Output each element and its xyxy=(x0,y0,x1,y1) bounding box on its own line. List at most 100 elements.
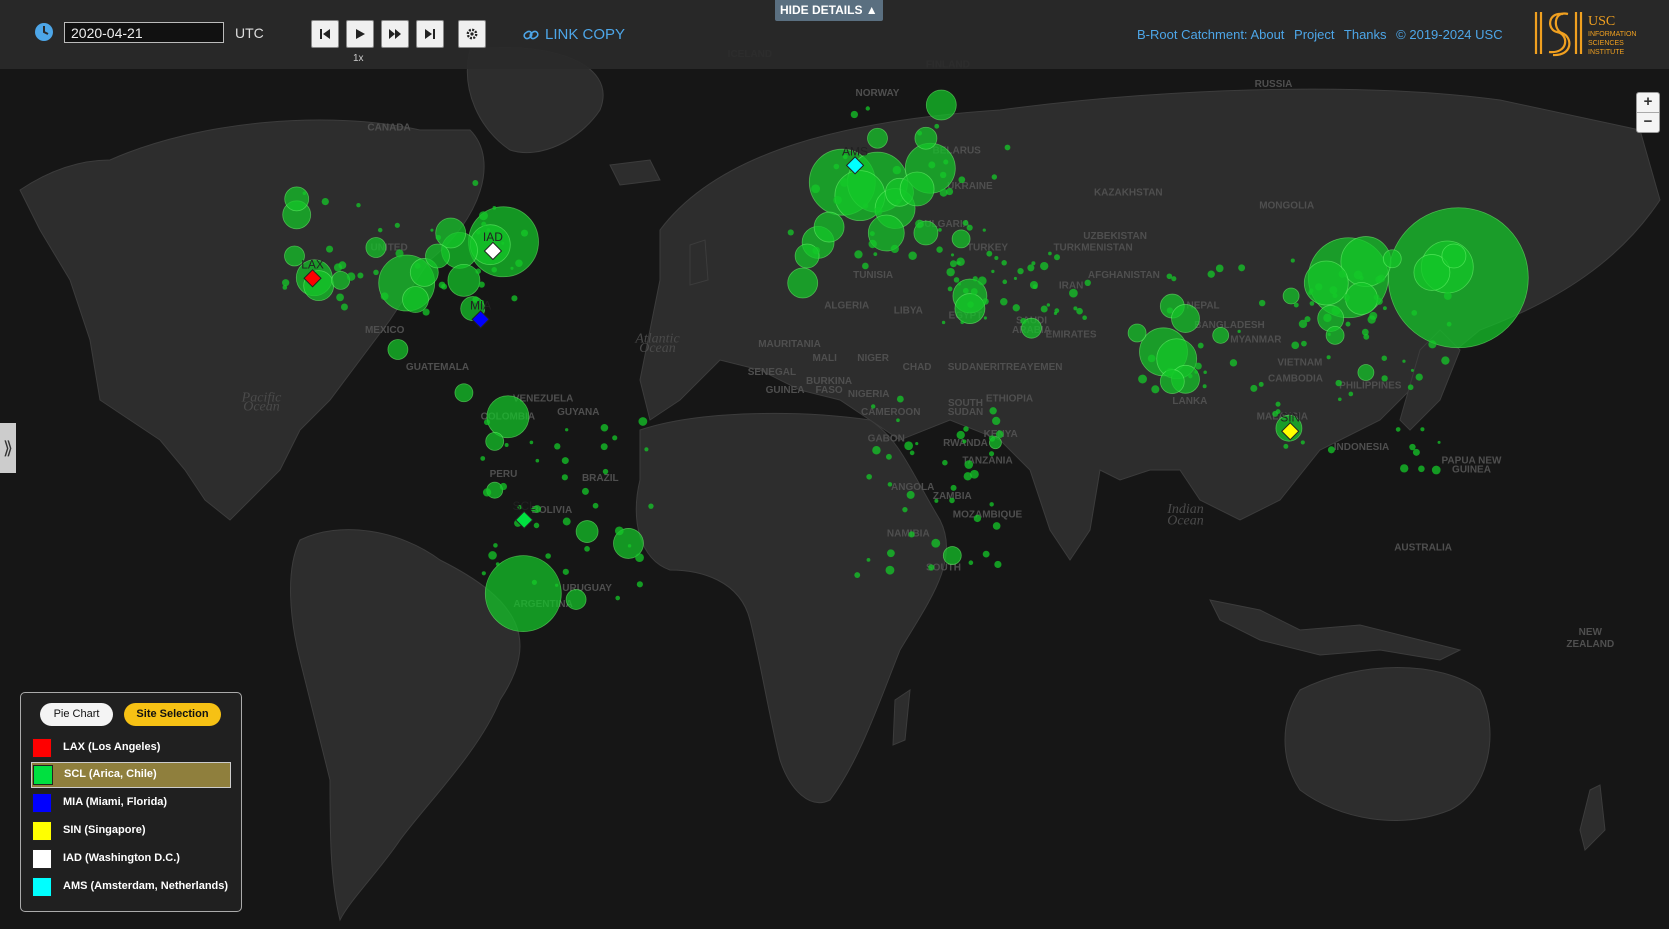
catchment-dot[interactable] xyxy=(1238,264,1246,272)
catchment-dot[interactable] xyxy=(873,252,878,257)
catchment-dot[interactable] xyxy=(962,439,967,444)
catchment-dot[interactable] xyxy=(394,222,400,228)
catchment-dot[interactable] xyxy=(346,272,356,281)
catchment-dot[interactable] xyxy=(441,283,448,290)
catchment-dot[interactable] xyxy=(321,198,329,206)
catchment-dot[interactable] xyxy=(895,198,901,205)
catchment-circle[interactable] xyxy=(447,264,481,297)
catchment-dot[interactable] xyxy=(908,531,915,538)
map-canvas[interactable]: ICELANDCANADAUNITEDRUSSIAKAZAKHSTANMONGO… xyxy=(0,0,1669,929)
catchment-circle[interactable] xyxy=(954,293,986,324)
catchment-circle[interactable] xyxy=(1357,364,1375,381)
catchment-circle[interactable] xyxy=(1282,287,1300,305)
catchment-circle[interactable] xyxy=(787,267,819,299)
catchment-dot[interactable] xyxy=(1428,340,1437,349)
catchment-dot[interactable] xyxy=(1229,359,1238,367)
catchment-dot[interactable] xyxy=(520,229,529,237)
date-input[interactable] xyxy=(64,22,224,43)
catchment-dot[interactable] xyxy=(1291,341,1300,350)
catchment-dot[interactable] xyxy=(1309,301,1315,306)
catchment-dot[interactable] xyxy=(562,517,571,526)
catchment-dot[interactable] xyxy=(515,259,523,268)
catchment-dot[interactable] xyxy=(380,292,389,301)
catchment-dot[interactable] xyxy=(493,543,498,548)
legend-item-lax[interactable]: LAX (Los Angeles) xyxy=(31,736,229,760)
catchment-dot[interactable] xyxy=(1402,359,1406,363)
catchment-dot[interactable] xyxy=(960,320,965,325)
catchment-dot[interactable] xyxy=(947,286,953,292)
catchment-dot[interactable] xyxy=(1202,384,1207,389)
catchment-dot[interactable] xyxy=(839,178,849,187)
world-map[interactable]: ICELANDCANADAUNITEDRUSSIAKAZAKHSTANMONGO… xyxy=(0,0,1669,929)
catchment-dot[interactable] xyxy=(481,221,487,227)
catchment-dot[interactable] xyxy=(994,256,999,261)
catchment-dot[interactable] xyxy=(1343,294,1350,301)
catchment-dot[interactable] xyxy=(1420,427,1425,432)
legend-item-iad[interactable]: IAD (Washington D.C.) xyxy=(31,847,229,871)
catchment-dot[interactable] xyxy=(1138,374,1147,384)
catchment-dot[interactable] xyxy=(1147,354,1156,363)
catchment-circle[interactable] xyxy=(402,286,429,313)
catchment-dot[interactable] xyxy=(982,298,989,305)
catchment-dot[interactable] xyxy=(414,262,421,269)
zoom-in-button[interactable]: + xyxy=(1637,93,1659,112)
catchment-circle[interactable] xyxy=(914,126,938,150)
catchment-dot[interactable] xyxy=(787,229,794,236)
catchment-dot[interactable] xyxy=(915,219,924,229)
catchment-dot[interactable] xyxy=(812,246,821,255)
catchment-dot[interactable] xyxy=(1258,381,1264,387)
catchment-dot[interactable] xyxy=(904,441,914,451)
catchment-dot[interactable] xyxy=(495,562,500,566)
zoom-out-button[interactable]: − xyxy=(1637,112,1659,132)
catchment-dot[interactable] xyxy=(510,266,514,270)
catchment-dot[interactable] xyxy=(989,407,997,415)
catchment-dot[interactable] xyxy=(478,281,485,288)
catchment-dot[interactable] xyxy=(1165,367,1175,377)
catchment-dot[interactable] xyxy=(942,459,948,466)
catchment-dot[interactable] xyxy=(915,441,919,446)
catchment-dot[interactable] xyxy=(481,571,486,576)
skip-to-end-button[interactable] xyxy=(416,20,444,48)
catchment-dot[interactable] xyxy=(1215,264,1224,273)
catchment-circle[interactable] xyxy=(813,211,845,243)
catchment-dot[interactable] xyxy=(1381,375,1388,382)
catchment-dot[interactable] xyxy=(1054,308,1060,314)
catchment-dot[interactable] xyxy=(866,557,871,562)
catchment-dot[interactable] xyxy=(917,130,923,136)
project-link[interactable]: Project xyxy=(1294,27,1334,42)
catchment-dot[interactable] xyxy=(885,565,895,575)
skip-to-start-button[interactable] xyxy=(311,20,339,48)
catchment-dot[interactable] xyxy=(1207,270,1215,278)
catchment-dot[interactable] xyxy=(615,595,621,601)
catchment-dot[interactable] xyxy=(1443,291,1452,300)
legend-item-scl[interactable]: SCL (Arica, Chile) xyxy=(31,762,231,788)
catchment-dot[interactable] xyxy=(1338,270,1347,278)
catchment-dot[interactable] xyxy=(511,295,518,302)
catchment-dot[interactable] xyxy=(989,502,994,507)
catchment-dot[interactable] xyxy=(956,430,965,440)
catchment-dot[interactable] xyxy=(873,206,883,216)
catchment-circle[interactable] xyxy=(1303,260,1349,306)
catchment-dot[interactable] xyxy=(1027,264,1035,272)
catchment-dot[interactable] xyxy=(614,526,624,536)
catchment-dot[interactable] xyxy=(946,267,955,277)
catchment-dot[interactable] xyxy=(963,472,972,481)
catchment-circle[interactable] xyxy=(425,243,450,269)
catchment-dot[interactable] xyxy=(1151,385,1160,394)
catchment-dot[interactable] xyxy=(833,195,842,205)
catchment-dot[interactable] xyxy=(949,497,955,504)
catchment-dot[interactable] xyxy=(529,440,534,445)
catchment-dot[interactable] xyxy=(1040,305,1048,313)
catchment-dot[interactable] xyxy=(1308,288,1314,294)
catchment-dot[interactable] xyxy=(949,260,957,268)
catchment-dot[interactable] xyxy=(945,187,954,196)
catchment-circle[interactable] xyxy=(575,520,599,543)
catchment-dot[interactable] xyxy=(1197,342,1204,349)
catchment-dot[interactable] xyxy=(1335,379,1342,387)
catchment-dot[interactable] xyxy=(868,239,877,249)
catchment-circle[interactable] xyxy=(387,339,409,360)
catchment-dot[interactable] xyxy=(850,110,859,119)
catchment-dot[interactable] xyxy=(896,418,900,423)
catchment-dot[interactable] xyxy=(986,250,993,257)
catchment-dot[interactable] xyxy=(488,551,497,560)
